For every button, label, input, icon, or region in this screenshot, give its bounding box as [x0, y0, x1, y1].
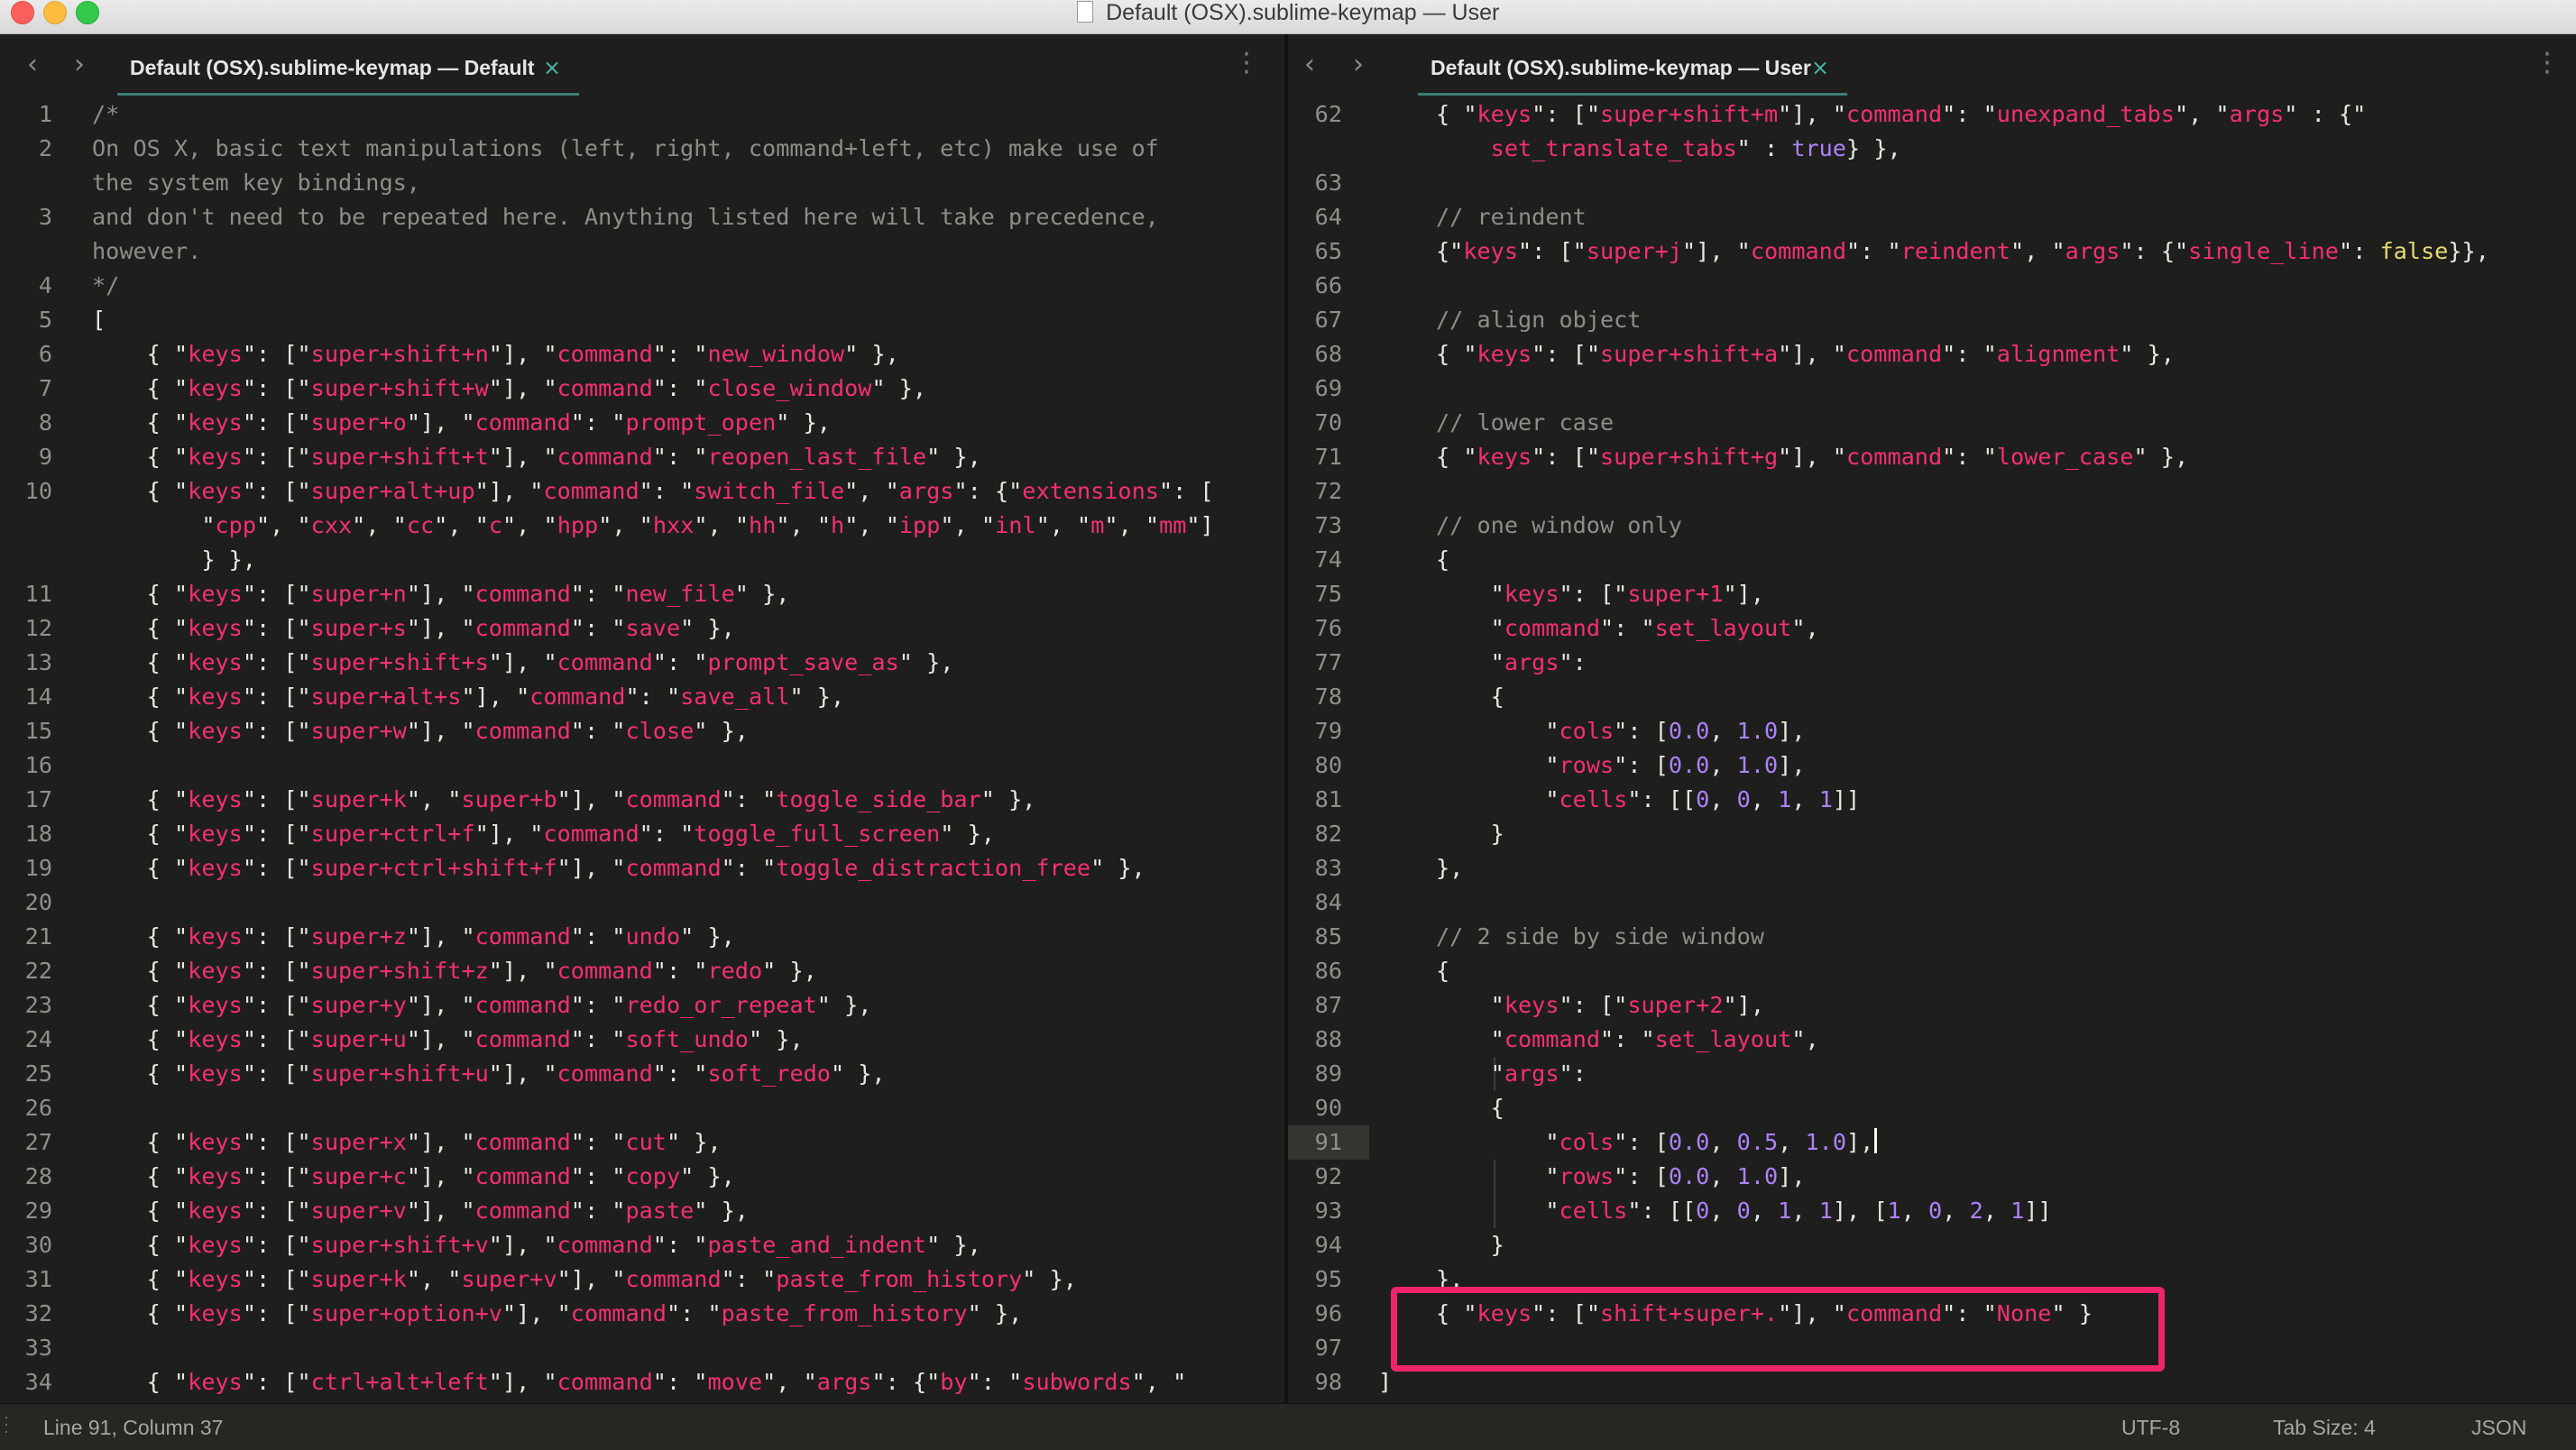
window-title: Default (OSX).sublime-keymap — User [1106, 0, 1500, 25]
status-bar: · · · Line 91, Column 37 UTF-8 Tab Size: 4… [0, 1403, 2576, 1450]
left-tab-bar: ‹ › Default (OSX).sublime-keymap — Defau… [0, 34, 1284, 97]
close-icon[interactable]: × [541, 54, 563, 81]
line-numbers: 1 2 3 4 5 6 7 8 9 10 11 12 13 14 15 16 1… [24, 101, 52, 1395]
right-code-area[interactable]: 62 63 64 65 66 67 68 69 70 71 72 73 74 7… [1288, 97, 2576, 1403]
syntax-indicator[interactable]: JSON [2471, 1416, 2526, 1440]
chevron-right-icon[interactable]: › [61, 47, 97, 83]
chevron-left-icon[interactable]: ‹ [14, 47, 51, 83]
tab-user-keymap[interactable]: Default (OSX).sublime-keymap — User × [1418, 41, 1847, 96]
closing-bracket: ] [1378, 1369, 1393, 1395]
tab-label: Default (OSX).sublime-keymap — User [1431, 56, 1811, 79]
line-numbers: 62 63 64 65 66 67 68 69 70 71 72 73 74 7… [1314, 101, 1342, 1395]
tab-default-keymap[interactable]: Default (OSX).sublime-keymap — Default × [117, 41, 579, 96]
chevron-right-icon[interactable]: › [1340, 47, 1376, 83]
line-number-gutter: 1 2 3 4 5 6 7 8 9 10 11 12 13 14 15 16 1… [0, 97, 52, 1400]
right-tab-bar: ‹ › Default (OSX).sublime-keymap — User … [1288, 34, 2576, 97]
vertical-dots-icon[interactable]: · · · [1237, 41, 1256, 87]
sidebar-toggle-icon[interactable]: · · · [4, 1409, 9, 1440]
left-editor-pane: ‹ › Default (OSX).sublime-keymap — Defau… [0, 34, 1284, 1403]
line-number-gutter: 62 63 64 65 66 67 68 69 70 71 72 73 74 7… [1288, 97, 1342, 1400]
cursor-position[interactable]: Line 91, Column 37 [43, 1416, 223, 1440]
tab-size-indicator[interactable]: Tab Size: 4 [2273, 1416, 2376, 1440]
document-icon [1076, 1, 1093, 23]
code-text[interactable]: { "keys": ["super+shift+m"], "command": … [1436, 97, 2489, 1331]
vertical-dots-icon[interactable]: · · · [2538, 41, 2556, 87]
window-title-group: Default (OSX).sublime-keymap — User [0, 0, 2576, 27]
left-code-area[interactable]: 1 2 3 4 5 6 7 8 9 10 11 12 13 14 15 16 1… [0, 97, 1284, 1403]
encoding-indicator[interactable]: UTF-8 [2121, 1416, 2180, 1440]
right-editor-pane: ‹ › Default (OSX).sublime-keymap — User … [1288, 34, 2576, 1403]
close-icon[interactable]: × [1809, 54, 1831, 81]
code-text[interactable]: /* On OS X, basic text manipulations (le… [92, 97, 1214, 1400]
chevron-left-icon[interactable]: ‹ [1292, 47, 1328, 83]
annotation-highlight-box [1391, 1287, 2165, 1372]
window-titlebar: Default (OSX).sublime-keymap — User [0, 0, 2576, 34]
tab-label: Default (OSX).sublime-keymap — Default [130, 56, 535, 79]
